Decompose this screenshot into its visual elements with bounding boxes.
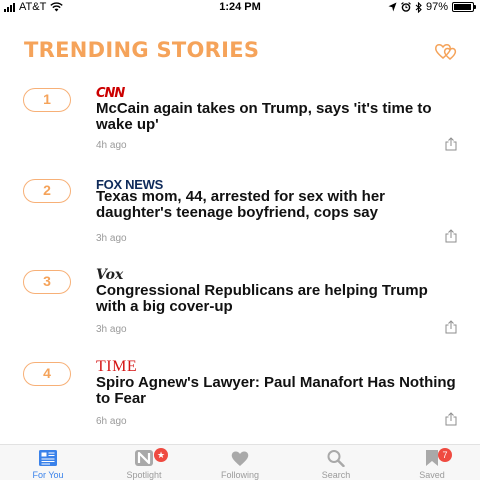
story-item[interactable]: 3 Vox Congressional Republicans are help…: [0, 267, 480, 362]
news-icon: [39, 450, 57, 466]
status-right: 97%: [388, 1, 476, 13]
rank-badge: 3: [23, 270, 71, 294]
tab-label: Spotlight: [126, 470, 162, 480]
heart-icon: [231, 451, 249, 466]
tab-label: For You: [32, 470, 64, 480]
tab-label: Following: [220, 470, 260, 480]
rank-badge: 4: [23, 362, 71, 386]
share-icon[interactable]: [444, 229, 458, 243]
story-item[interactable]: 4 TIME Spiro Agnew's Lawyer: Paul Manafo…: [0, 358, 480, 454]
status-bar: AT&T 1:24 PM 97%: [0, 0, 480, 16]
trending-page: TRENDING STORIES 1 CNN McCain again take…: [0, 16, 480, 444]
tab-label: Search: [321, 470, 351, 480]
story-age: 6h ago: [96, 416, 127, 427]
story-age: 4h ago: [96, 140, 127, 151]
story-headline[interactable]: Texas mom, 44, arrested for sex with her…: [96, 189, 456, 220]
source-name: CNN: [96, 85, 125, 101]
tab-for-you[interactable]: For You: [0, 445, 96, 480]
battery-icon: [452, 2, 476, 12]
story-headline[interactable]: Spiro Agnew's Lawyer: Paul Manafort Has …: [96, 375, 456, 406]
source-name: Vox: [96, 267, 124, 283]
hearts-icon[interactable]: [434, 41, 460, 61]
spotlight-badge: ★: [154, 448, 168, 462]
alarm-icon: [401, 2, 411, 12]
story-age: 3h ago: [96, 324, 127, 335]
battery-percent: 97%: [425, 1, 448, 13]
story-item[interactable]: 2 FOX NEWS Texas mom, 44, arrested for s…: [0, 177, 480, 271]
story-headline[interactable]: Congressional Republicans are helping Tr…: [96, 283, 456, 314]
saved-badge: 7: [438, 448, 452, 462]
rank-badge: 2: [23, 179, 71, 203]
spotlight-icon: [135, 450, 153, 466]
rank-badge: 1: [23, 88, 71, 112]
share-icon[interactable]: [444, 320, 458, 334]
share-icon[interactable]: [444, 412, 458, 426]
tab-spotlight[interactable]: ★ Spotlight: [96, 445, 192, 480]
share-icon[interactable]: [444, 137, 458, 151]
header: TRENDING STORIES: [24, 38, 460, 68]
tab-label: Saved: [419, 470, 445, 480]
story-item[interactable]: 1 CNN McCain again takes on Trump, says …: [0, 85, 480, 180]
search-icon: [327, 450, 345, 467]
page-title: TRENDING STORIES: [24, 38, 260, 62]
bluetooth-icon: [415, 1, 422, 13]
tab-bar: For You ★ Spotlight Following Search 7 S…: [0, 444, 480, 480]
tab-search[interactable]: Search: [288, 445, 384, 480]
location-icon: [388, 2, 397, 12]
story-age: 3h ago: [96, 233, 127, 244]
tab-saved[interactable]: 7 Saved: [384, 445, 480, 480]
story-headline[interactable]: McCain again takes on Trump, says 'it's …: [96, 101, 456, 132]
tab-following[interactable]: Following: [192, 445, 288, 480]
